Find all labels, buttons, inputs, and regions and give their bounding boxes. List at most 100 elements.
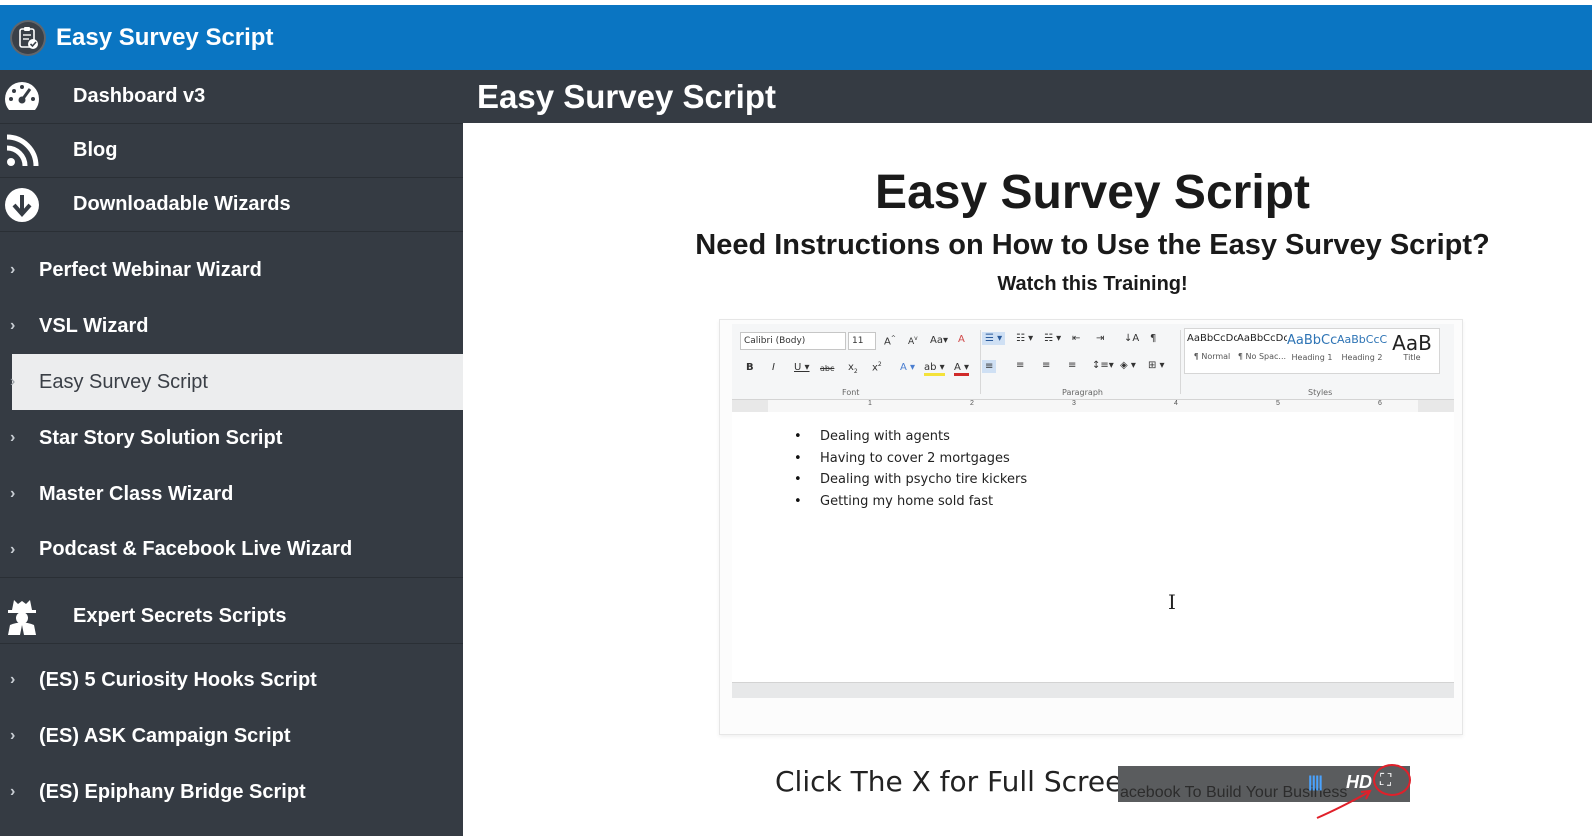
sidebar-item-dashboard[interactable]: Dashboard v3: [0, 70, 463, 124]
justify-icon: ≡: [1068, 360, 1077, 371]
chevron-right-icon: ›: [10, 485, 16, 502]
chevron-right-icon: ›: [10, 727, 16, 744]
align-center-icon: ≡: [1016, 360, 1025, 371]
document-ruler: 1 2 3 4 5 6: [732, 400, 1454, 412]
font-group-label: Font: [842, 388, 860, 397]
numbering-icon: ☷ ▾: [1016, 333, 1034, 344]
pilcrow-icon: ¶: [1150, 333, 1157, 344]
word-ribbon: Calibri (Body) 11 A^ Av Aa▾ A B I U ▾ ab…: [732, 324, 1454, 400]
sidebar-item-perfect-webinar-wizard[interactable]: › Perfect Webinar Wizard: [0, 242, 463, 298]
fullscreen-hint-text: Click The X for Full Screen: [775, 765, 1141, 798]
sidebar-item-blog[interactable]: Blog: [0, 124, 463, 178]
page-header-bar: Easy Survey Script: [463, 70, 1592, 123]
sidebar-item-label: Downloadable Wizards: [73, 193, 291, 215]
list-item: Dealing with agents: [794, 426, 1027, 448]
borders-icon: ⊞ ▾: [1148, 360, 1165, 371]
survey-clipboard-icon[interactable]: [10, 19, 46, 56]
main-content: Easy Survey Script Need Instructions on …: [463, 123, 1592, 836]
app-title: Easy Survey Script: [56, 23, 274, 51]
align-right-icon: ≡: [1042, 360, 1051, 371]
sort-icon: ↓A: [1124, 333, 1140, 344]
underline-icon: U ▾: [794, 362, 810, 373]
align-left-icon: ≡: [982, 360, 997, 373]
text-cursor-icon: I: [1168, 590, 1176, 614]
ribbon-divider: [1180, 330, 1181, 394]
sidebar-item-label: (ES) 5 Curiosity Hooks Script: [39, 668, 317, 691]
superscript-icon: x2: [872, 361, 882, 374]
sidebar-item-vsl-wizard[interactable]: › VSL Wizard: [0, 298, 463, 354]
dashboard-gauge-icon: [2, 77, 42, 117]
sidebar-item-label: (ES) Epiphany Bridge Script: [39, 780, 306, 803]
sidebar-item-es-ask-campaign-script[interactable]: › (ES) ASK Campaign Script: [0, 708, 463, 764]
chevron-right-icon: ›: [10, 429, 16, 446]
style-normal: AaBbCcDc ¶ Normal: [1187, 333, 1237, 361]
shading-icon: ◈ ▾: [1120, 360, 1136, 371]
bullets-icon: ☰ ▾: [982, 332, 1006, 345]
sidebar-item-expert-secrets-scripts[interactable]: Expert Secrets Scripts: [0, 590, 463, 644]
red-annotation-arrow: [1316, 789, 1372, 819]
chevron-right-icon: ›: [10, 671, 16, 688]
training-video-player[interactable]: Calibri (Body) 11 A^ Av Aa▾ A B I U ▾ ab…: [719, 319, 1463, 735]
chevron-right-icon: ›: [10, 317, 16, 334]
sidebar-item-label: Podcast & Facebook Live Wizard: [39, 538, 353, 560]
style-title: AaB Title: [1392, 333, 1432, 362]
sidebar-item-star-story-solution-script[interactable]: › Star Story Solution Script: [0, 410, 463, 466]
sidebar-item-downloadable-wizards[interactable]: Downloadable Wizards: [0, 178, 463, 232]
list-item: Dealing with psycho tire kickers: [794, 469, 1027, 491]
style-heading-1: AaBbCc Heading 1: [1287, 333, 1337, 362]
chevron-right-icon: ›: [10, 261, 16, 278]
sidebar-item-easy-survey-script[interactable]: › Easy Survey Script: [10, 354, 463, 410]
sidebar-item-label: Easy Survey Script: [39, 370, 208, 393]
line-spacing-icon: ↕≡▾: [1092, 360, 1114, 371]
list-item: Getting my home sold fast: [794, 491, 1027, 513]
ruler-body: [768, 400, 1418, 412]
ruler-tick: 6: [1378, 400, 1382, 407]
font-size-field: 11: [848, 332, 876, 350]
change-case-icon: Aa▾: [930, 335, 948, 346]
chevron-right-icon: ›: [10, 783, 16, 800]
bold-icon: B: [746, 362, 754, 373]
sidebar-item-label: Dashboard v3: [73, 85, 206, 107]
clear-format-icon: A: [958, 334, 965, 345]
font-color-icon: A ▾: [954, 362, 970, 376]
sidebar-item-label: Blog: [73, 139, 118, 161]
document-page: Dealing with agents Having to cover 2 mo…: [732, 412, 1454, 682]
sidebar-item-label: Star Story Solution Script: [39, 426, 283, 449]
italic-icon: I: [772, 362, 775, 373]
paragraph-group-label: Paragraph: [1062, 388, 1103, 397]
text-effects-icon: A ▾: [900, 362, 916, 373]
ruler-tick: 1: [868, 400, 872, 407]
sidebar-nav: Dashboard v3 Blog Downloadable Wizards ›…: [0, 70, 463, 836]
ruler-tick: 5: [1276, 400, 1280, 407]
decrease-indent-icon: ⇤: [1072, 333, 1081, 344]
styles-group-label: Styles: [1308, 388, 1333, 397]
sidebar-item-es-epiphany-bridge-script[interactable]: › (ES) Epiphany Bridge Script: [0, 764, 463, 820]
ribbon-divider: [980, 330, 981, 394]
sidebar-item-label: Master Class Wizard: [39, 482, 234, 505]
document-status-bar: [732, 682, 1454, 698]
download-circle-icon: [2, 185, 42, 225]
red-annotation-circle: [1373, 764, 1411, 796]
sidebar-item-label: (ES) ASK Campaign Script: [39, 724, 291, 747]
app-topbar: Easy Survey Script: [0, 5, 1592, 70]
ruler-tick: 4: [1174, 400, 1178, 407]
increase-indent-icon: ⇥: [1096, 333, 1105, 344]
sidebar-item-master-class-wizard[interactable]: › Master Class Wizard: [0, 466, 463, 522]
rss-icon: [2, 131, 42, 171]
multilevel-list-icon: ☵ ▾: [1044, 333, 1062, 344]
highlight-icon: ab ▾: [924, 362, 945, 376]
page-subtitle: Need Instructions on How to Use the Easy…: [695, 229, 1490, 261]
style-no-spacing: AaBbCcDc ¶ No Spac...: [1237, 333, 1287, 361]
shrink-font-icon: Av: [908, 335, 918, 347]
ruler-tick: 2: [970, 400, 974, 407]
sidebar-item-podcast-facebook-live-wizard[interactable]: › Podcast & Facebook Live Wizard: [0, 522, 463, 578]
sidebar-item-es-5-curiosity-hooks-script[interactable]: › (ES) 5 Curiosity Hooks Script: [0, 652, 463, 708]
sidebar-item-label: VSL Wizard: [39, 314, 149, 337]
style-heading-2: AaBbCcC Heading 2: [1337, 333, 1387, 362]
ruler-tick: 3: [1072, 400, 1076, 407]
strikethrough-icon: abc: [820, 364, 835, 373]
styles-gallery: AaBbCcDc ¶ Normal AaBbCcDc ¶ No Spac... …: [1184, 328, 1440, 374]
